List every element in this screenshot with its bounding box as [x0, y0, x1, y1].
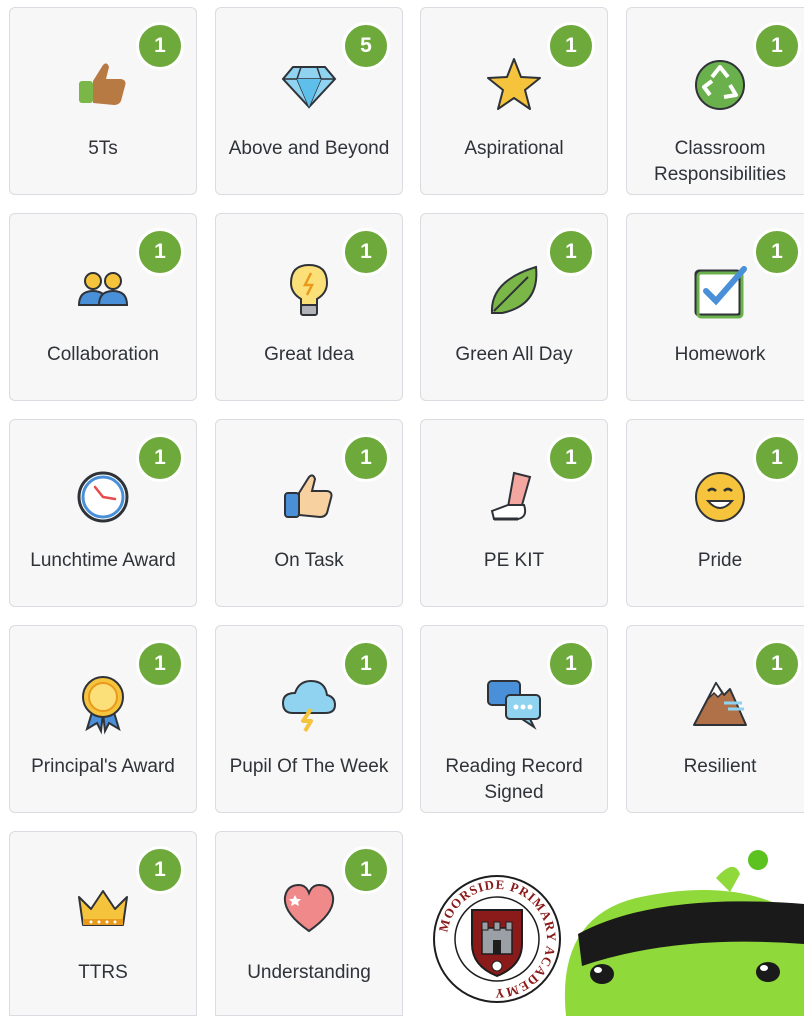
award-card-homework[interactable]: 1 Homework	[626, 213, 804, 401]
award-card-aspirational[interactable]: 1 Aspirational	[420, 7, 608, 195]
award-card-resilient[interactable]: 1 Resilient	[626, 625, 804, 813]
award-card-ttrs[interactable]: 1 TTRS	[9, 831, 197, 1016]
leaf-icon	[479, 256, 549, 326]
award-count-badge: 1	[136, 22, 184, 70]
award-card-classroom-responsibilities[interactable]: 1 Classroom Responsibilities	[626, 7, 804, 195]
award-label: Principal's Award	[31, 756, 175, 777]
award-count-badge: 1	[547, 228, 595, 276]
award-card-on-task[interactable]: 1 On Task	[215, 419, 403, 607]
award-label: Lunchtime Award	[30, 550, 176, 571]
award-count-badge: 1	[342, 434, 390, 482]
award-count-badge: 1	[342, 228, 390, 276]
thumbs-up-light-icon	[274, 462, 344, 532]
cloud-lightning-icon	[274, 668, 344, 738]
award-label: Above and Beyond	[228, 138, 390, 159]
award-label: Pride	[697, 550, 743, 571]
award-label: On Task	[274, 550, 344, 571]
award-label: Aspirational	[464, 138, 564, 159]
award-label: Great Idea	[264, 344, 354, 365]
award-count-badge: 1	[136, 846, 184, 894]
award-card-lunchtime-award[interactable]: 1 Lunchtime Award	[9, 419, 197, 607]
award-card-pe-kit[interactable]: 1 PE KIT	[420, 419, 608, 607]
award-card-above-and-beyond[interactable]: 5 Above and Beyond	[215, 7, 403, 195]
chat-bubbles-icon	[479, 668, 549, 738]
school-logo: MOORSIDE PRIMARY ACADEMY	[432, 874, 562, 1004]
award-count-badge: 1	[547, 434, 595, 482]
award-label: Homework	[674, 344, 766, 365]
leg-sneaker-icon	[479, 462, 549, 532]
award-count-badge: 1	[136, 640, 184, 688]
award-card-great-idea[interactable]: 1 Great Idea	[215, 213, 403, 401]
award-label: Reading Record Signed	[445, 756, 583, 803]
award-label: Green All Day	[455, 344, 573, 365]
people-icon	[68, 256, 138, 326]
award-count-badge: 1	[136, 434, 184, 482]
heart-icon	[274, 874, 344, 944]
award-count-badge: 1	[547, 640, 595, 688]
award-count-badge: 1	[753, 434, 801, 482]
award-count-badge: 1	[753, 640, 801, 688]
thumbs-up-tan-icon	[68, 50, 138, 120]
award-count-badge: 5	[342, 22, 390, 70]
award-count-badge: 1	[342, 846, 390, 894]
award-card-principals-award[interactable]: 1 Principal's Award	[9, 625, 197, 813]
class-mascot-image	[556, 848, 804, 1016]
award-count-badge: 1	[342, 640, 390, 688]
award-label: 5Ts	[88, 138, 118, 159]
award-card-pupil-of-the-week[interactable]: 1 Pupil Of The Week	[215, 625, 403, 813]
checkbox-icon	[685, 256, 755, 326]
medal-rosette-icon	[68, 668, 138, 738]
smile-face-icon	[685, 462, 755, 532]
award-label: Understanding	[247, 962, 371, 983]
awards-grid: 1 5Ts 5 Above and Beyond 1 Aspirational	[0, 0, 804, 1016]
award-card-reading-record-signed[interactable]: 1 Reading Record Signed	[420, 625, 608, 813]
award-label: PE KIT	[483, 550, 545, 571]
award-count-badge: 1	[136, 228, 184, 276]
award-label: Collaboration	[47, 344, 159, 365]
award-card-understanding[interactable]: 1 Understanding	[215, 831, 403, 1016]
award-label: TTRS	[78, 962, 128, 983]
recycle-icon	[685, 50, 755, 120]
award-card-pride[interactable]: 1 Pride	[626, 419, 804, 607]
award-label: Classroom Responsibilities	[653, 138, 786, 185]
diamond-icon	[274, 50, 344, 120]
award-count-badge: 1	[753, 22, 801, 70]
award-label: Resilient	[683, 756, 757, 777]
award-card-5ts[interactable]: 1 5Ts	[9, 7, 197, 195]
award-count-badge: 1	[753, 228, 801, 276]
award-label: Pupil Of The Week	[229, 756, 389, 777]
award-count-badge: 1	[547, 22, 595, 70]
mountain-icon	[685, 668, 755, 738]
lightbulb-icon	[274, 256, 344, 326]
award-card-collaboration[interactable]: 1 Collaboration	[9, 213, 197, 401]
award-card-green-all-day[interactable]: 1 Green All Day	[420, 213, 608, 401]
crown-icon	[68, 874, 138, 944]
clock-icon	[68, 462, 138, 532]
star-icon	[479, 50, 549, 120]
